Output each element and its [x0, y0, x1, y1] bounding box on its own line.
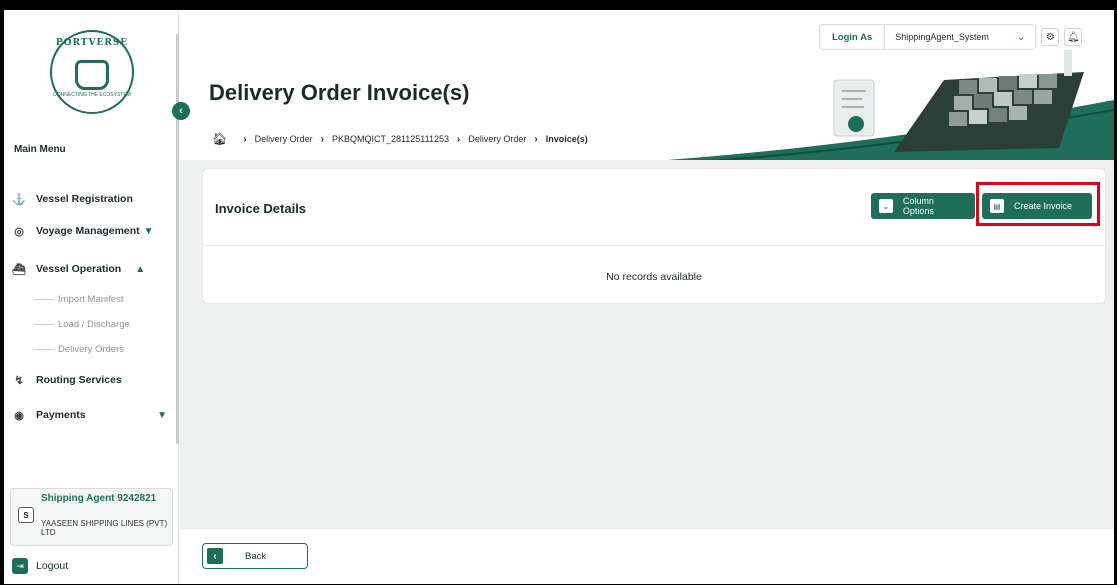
- chevron-right-icon: ›: [534, 133, 538, 145]
- breadcrumb: 🏠︎ › Delivery Order › PKBQMQICT_28112511…: [212, 132, 588, 146]
- logo-bottom-text: CONNECTING THE ECOSYSTEM: [53, 92, 131, 98]
- sidebar-item-payments[interactable]: ◉ Payments ▼: [12, 408, 167, 422]
- portverse-logo: PORTVERSE CONNECTING THE ECOSYSTEM: [50, 30, 134, 114]
- column-options-button[interactable]: ⌄ Column Options: [871, 193, 975, 219]
- chevron-left-icon: ‹: [207, 548, 223, 564]
- invoice-details-card: Invoice Details ⌄ Column Options ▤ Creat…: [202, 168, 1106, 304]
- sidebar-subitem-label: Load / Discharge: [58, 319, 130, 330]
- chevron-down-icon: ⌄: [879, 199, 893, 213]
- page-title: Delivery Order Invoice(s): [209, 80, 470, 105]
- breadcrumb-item[interactable]: Delivery Order: [468, 134, 526, 144]
- column-options-label: Column Options: [902, 196, 934, 216]
- sidebar-collapse-button[interactable]: ‹: [172, 102, 190, 120]
- divider: [203, 245, 1105, 246]
- logo-top-text: PORTVERSE: [55, 38, 129, 48]
- home-icon[interactable]: 🏠︎: [212, 132, 227, 146]
- tree-line: [34, 324, 54, 325]
- footer-bar: ‹ Back: [180, 528, 1114, 584]
- sidebar-item-label: Voyage Management: [36, 225, 140, 237]
- sidebar-subitem-label: Delivery Orders: [58, 344, 124, 355]
- breadcrumb-item[interactable]: PKBQMQICT_281125111253: [332, 134, 449, 144]
- tree-line: [34, 299, 54, 300]
- user-company: YAASEEN SHIPPING LINES (PVT) LTD: [41, 519, 168, 537]
- back-button[interactable]: ‹ Back: [202, 543, 308, 569]
- ship-logo-icon: [75, 60, 109, 90]
- sidebar-item-label: Routing Services: [36, 374, 122, 386]
- main-menu-heading: Main Menu: [14, 144, 66, 155]
- logout-icon: ⇥: [12, 558, 28, 574]
- sidebar-subitem-import-manifest[interactable]: Import Manifest: [34, 294, 123, 305]
- sidebar-item-label: Payments: [36, 409, 86, 421]
- breadcrumb-current: Invoice(s): [545, 134, 588, 144]
- chevron-up-icon: ▲: [135, 263, 146, 275]
- highlight-box: [976, 182, 1100, 226]
- sidebar-subitem-label: Import Manifest: [58, 294, 124, 305]
- compass-icon: ◎: [14, 225, 24, 238]
- card-title: Invoice Details: [215, 201, 307, 216]
- chevron-right-icon: ›: [457, 133, 461, 145]
- sidebar-item-vessel-operation[interactable]: ⛴ Vessel Operation ▲: [12, 262, 167, 276]
- logout-button[interactable]: ⇥ Logout: [12, 558, 68, 574]
- back-label: Back: [245, 550, 267, 562]
- app-frame: PORTVERSE CONNECTING THE ECOSYSTEM Main …: [4, 10, 1114, 584]
- ship-icon: ⚓: [12, 193, 26, 206]
- chevron-right-icon: ›: [243, 133, 247, 145]
- user-card[interactable]: S Shipping Agent 9242821 YAASEEN SHIPPIN…: [10, 488, 173, 546]
- coin-icon: ◉: [14, 409, 24, 422]
- empty-state-message: No records available: [606, 271, 702, 283]
- route-icon: ↯: [14, 374, 24, 387]
- chevron-down-icon: ▼: [143, 225, 154, 237]
- chevron-right-icon: ›: [320, 133, 324, 145]
- sidebar-item-label: Vessel Operation: [36, 263, 122, 275]
- sidebar: PORTVERSE CONNECTING THE ECOSYSTEM Main …: [4, 10, 179, 584]
- cargo-ship-icon: ⛴: [12, 263, 26, 276]
- sidebar-item-voyage-management[interactable]: ◎ Voyage Management ▼: [12, 224, 167, 238]
- tree-line: [34, 349, 54, 350]
- sidebar-item-vessel-registration[interactable]: ⚓ Vessel Registration: [12, 192, 167, 206]
- sidebar-subitem-delivery-orders[interactable]: Delivery Orders: [34, 344, 124, 355]
- sidebar-item-label: Vessel Registration: [36, 193, 133, 205]
- avatar: S: [18, 507, 34, 523]
- user-name: Shipping Agent 9242821: [41, 493, 157, 504]
- chevron-down-icon: ▼: [157, 409, 167, 421]
- breadcrumb-item[interactable]: Delivery Order: [255, 134, 313, 144]
- scrollbar-thumb[interactable]: [176, 34, 179, 444]
- cargo-ship-illustration: [594, 50, 1114, 170]
- sidebar-subitem-load-discharge[interactable]: Load / Discharge: [34, 319, 130, 330]
- logout-label: Logout: [36, 560, 69, 572]
- sidebar-item-routing-services[interactable]: ↯ Routing Services: [12, 373, 167, 387]
